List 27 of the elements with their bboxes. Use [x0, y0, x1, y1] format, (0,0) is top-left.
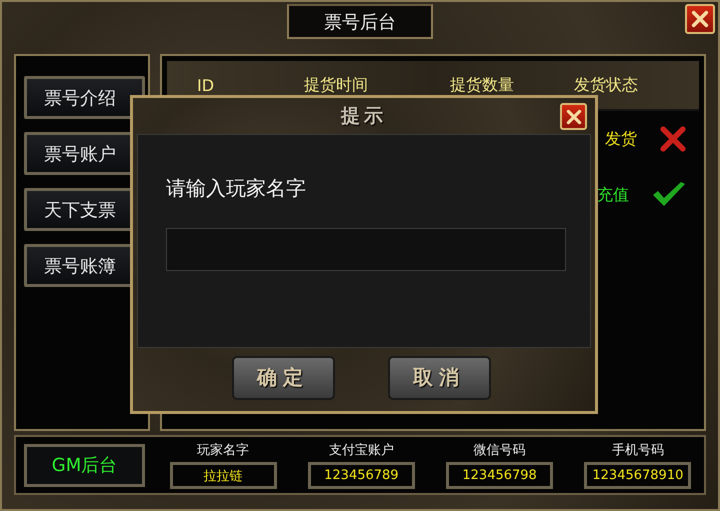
column-header: ID: [197, 76, 216, 94]
column-header: 提货数量: [450, 74, 515, 96]
field-value: 123456798: [446, 462, 554, 489]
window-title: 票号后台: [287, 4, 433, 39]
prompt-text: 请输入玩家名字: [166, 175, 307, 202]
field-label: 微信号码: [474, 442, 526, 459]
sidebar-button[interactable]: 票号介绍: [24, 76, 145, 119]
close-button[interactable]: [560, 103, 587, 130]
dialog-button[interactable]: 确定: [232, 356, 334, 400]
field-value: 12345678910: [584, 462, 692, 489]
dialog-title: 提示: [341, 104, 387, 129]
column-header: 提货时间: [304, 74, 369, 96]
dialog-button[interactable]: 取消: [388, 356, 490, 400]
status-text: 充值: [597, 184, 629, 206]
column-header: 发货状态: [574, 74, 639, 96]
status-text: 发货: [605, 128, 637, 150]
close-button[interactable]: [685, 4, 715, 34]
gm-button[interactable]: GM后台: [24, 444, 145, 486]
close-icon: [691, 10, 709, 28]
field-value: 123456789: [308, 462, 415, 489]
input-field[interactable]: [166, 228, 566, 271]
field-label: 支付宝账户: [328, 442, 394, 459]
field-label: 玩家名字: [197, 442, 250, 459]
close-icon: [566, 108, 582, 124]
cross-icon: [659, 125, 687, 153]
field-label: 手机号码: [612, 442, 664, 459]
field-value: 拉拉链: [170, 462, 277, 489]
